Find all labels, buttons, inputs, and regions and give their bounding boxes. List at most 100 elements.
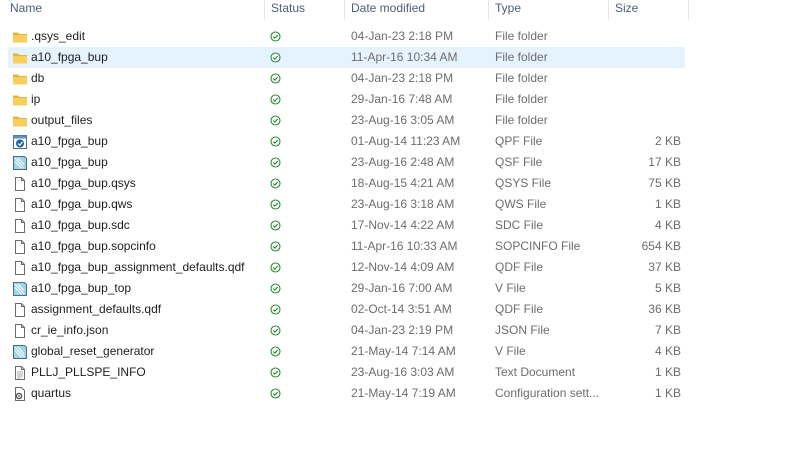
column-header-name[interactable]: Name [10,0,42,18]
file-name: .qsys_edit [31,29,86,43]
file-row[interactable]: a10_fpga_bup 11-Apr-16 10:34 AM File folde… [8,47,685,68]
file-date-modified: 29-Jan-16 7:00 AM [351,281,453,295]
file-size [614,68,681,89]
file-name: PLLJ_PLLSPE_INFO [31,365,146,379]
file-type: QDF File [495,302,543,316]
file-row[interactable]: cr_ie_info.json 04-Jan-23 2:19 PM JSON Fil… [8,320,685,341]
file-row[interactable]: .qsys_edit 04-Jan-23 2:18 PM File folder [8,26,685,47]
file-row[interactable]: a10_fpga_bup.qws 23-Aug-16 3:18 AM QWS Fil… [8,194,685,215]
sync-ok-icon [270,178,281,189]
text-document-icon [12,365,28,381]
blank-file-icon [12,239,28,255]
file-size: 1 KB [654,386,681,400]
file-size [614,89,681,110]
column-divider[interactable] [488,0,489,20]
file-size: 654 KB [641,239,681,253]
sync-ok-icon [270,136,281,147]
file-row[interactable]: a10_fpga_bup_assignment_defaults.qdf 12-N… [8,257,685,278]
file-row[interactable]: output_files 23-Aug-16 3:05 AM File folder [8,110,685,131]
file-date-modified: 02-Oct-14 3:51 AM [351,302,452,316]
file-name: a10_fpga_bup.sdc [31,218,130,232]
verilog-file-icon [12,155,28,171]
file-date-modified: 21-May-14 7:19 AM [351,386,456,400]
file-name: a10_fpga_bup [31,50,108,64]
sync-ok-icon [270,73,281,84]
sync-ok-icon [270,241,281,252]
sync-ok-icon [270,94,281,105]
sync-ok-icon [270,199,281,210]
file-size: 1 KB [654,197,681,211]
file-name: db [31,71,45,85]
folder-icon [12,92,28,108]
file-size [614,110,681,131]
verilog-file-icon [12,344,28,360]
file-date-modified: 01-Aug-14 11:23 AM [351,134,461,148]
file-date-modified: 23-Aug-16 2:48 AM [351,155,455,169]
file-type: QSF File [495,155,543,169]
blank-file-icon [12,302,28,318]
file-row[interactable]: a10_fpga_bup.qsys 18-Aug-15 4:21 AM QSYS F… [8,173,685,194]
column-header-size[interactable]: Size [615,0,638,18]
file-row[interactable]: global_reset_generator 21-May-14 7:14 AM V… [8,341,685,362]
file-row[interactable]: a10_fpga_bup 01-Aug-14 11:23 AM QPF File 2 … [8,131,685,152]
file-row[interactable]: a10_fpga_bup.sopcinfo 11-Apr-16 10:33 AM S… [8,236,685,257]
blank-file-icon [12,218,28,234]
file-type: QDF File [495,260,543,274]
folder-icon [12,29,28,45]
file-name: a10_fpga_bup_top [31,281,132,295]
column-header-date-modified[interactable]: Date modified [351,0,425,18]
file-name: a10_fpga_bup [31,134,108,148]
file-size: 1 KB [654,365,681,379]
file-name: output_files [31,113,93,127]
file-date-modified: 04-Jan-23 2:18 PM [351,71,454,85]
file-size [614,26,681,47]
file-date-modified: 04-Jan-23 2:18 PM [351,29,454,43]
file-type: File folder [495,113,548,127]
file-row[interactable]: assignment_defaults.qdf 02-Oct-14 3:51 AM… [8,299,685,320]
file-row[interactable]: a10_fpga_bup_top 29-Jan-16 7:00 AM V File 5… [8,278,685,299]
sync-ok-icon [270,52,281,63]
file-type: V File [495,281,526,295]
column-header-row: Name Status Date modified Type Size [0,0,690,22]
blank-file-icon [12,176,28,192]
column-divider[interactable] [264,0,265,20]
file-size: 17 KB [648,155,681,169]
blank-file-icon [12,323,28,339]
column-divider[interactable] [608,0,609,20]
file-date-modified: 23-Aug-16 3:03 AM [351,365,455,379]
file-row[interactable]: a10_fpga_bup.sdc 17-Nov-14 4:22 AM SDC Fil… [8,215,685,236]
sync-ok-icon [270,31,281,42]
file-date-modified: 29-Jan-16 7:48 AM [351,92,453,106]
file-date-modified: 17-Nov-14 4:22 AM [351,218,455,232]
file-row[interactable]: quartus 21-May-14 7:19 AM Configuration se… [8,383,685,404]
sync-ok-icon [270,304,281,315]
file-type: Configuration sett... [495,386,600,400]
file-size: 4 KB [654,218,681,232]
column-header-status[interactable]: Status [271,0,305,18]
sync-ok-icon [270,388,281,399]
sync-ok-icon [270,220,281,231]
file-row[interactable]: db 04-Jan-23 2:18 PM File folder [8,68,685,89]
file-size: 37 KB [648,260,681,274]
file-size: 36 KB [648,302,681,316]
file-name: quartus [31,386,72,400]
sync-ok-icon [270,325,281,336]
file-type: QPF File [495,134,543,148]
file-size: 7 KB [654,323,681,337]
file-row[interactable]: ip 29-Jan-16 7:48 AM File folder [8,89,685,110]
folder-icon [12,113,28,129]
file-row[interactable]: PLLJ_PLLSPE_INFO 23-Aug-16 3:03 AM Text Do… [8,362,685,383]
file-date-modified: 18-Aug-15 4:21 AM [351,176,455,190]
file-date-modified: 04-Jan-23 2:19 PM [351,323,454,337]
file-date-modified: 12-Nov-14 4:09 AM [351,260,455,274]
file-date-modified: 23-Aug-16 3:18 AM [351,197,455,211]
file-name: cr_ie_info.json [31,323,109,337]
column-divider[interactable] [344,0,345,20]
file-type: File folder [495,29,548,43]
file-row[interactable]: a10_fpga_bup 23-Aug-16 2:48 AM QSF File 17 … [8,152,685,173]
column-divider[interactable] [688,0,689,20]
file-date-modified: 21-May-14 7:14 AM [351,344,456,358]
column-header-type[interactable]: Type [495,0,521,18]
sync-ok-icon [270,283,281,294]
file-name: a10_fpga_bup.qws [31,197,133,211]
